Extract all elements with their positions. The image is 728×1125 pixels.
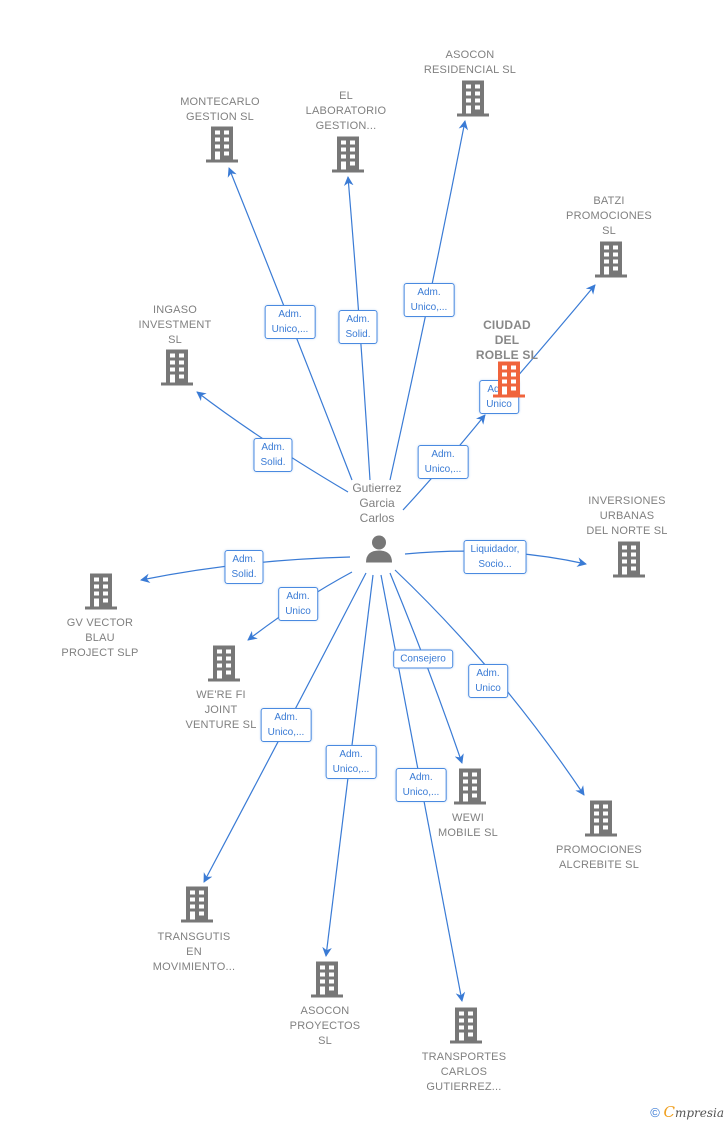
- company-node-inversiones-urbanas[interactable]: [613, 542, 645, 583]
- building-icon: [208, 646, 240, 682]
- company-name-laboratorio[interactable]: EL LABORATORIO GESTION...: [306, 89, 387, 134]
- building-icon: [493, 362, 525, 398]
- company-node-asocon-residencial[interactable]: [457, 81, 489, 122]
- company-node-ciudad-roble[interactable]: [493, 362, 525, 403]
- building-icon: [595, 242, 627, 278]
- company-node-wewi[interactable]: [454, 769, 486, 810]
- brand-initial: C: [663, 1103, 675, 1121]
- copyright-icon: ©: [650, 1105, 660, 1120]
- building-icon: [457, 81, 489, 117]
- building-icon: [85, 574, 117, 610]
- person-icon: [366, 535, 392, 563]
- company-node-gv-vector[interactable]: [85, 574, 117, 615]
- company-node-transportes-carlos[interactable]: [450, 1008, 482, 1049]
- building-icon: [161, 350, 193, 386]
- company-node-were-fi[interactable]: [208, 646, 240, 687]
- building-icon: [454, 769, 486, 805]
- role-label-alcrebite[interactable]: Adm. Unico: [468, 664, 508, 698]
- company-node-transgutis[interactable]: [181, 887, 213, 928]
- company-name-alcrebite[interactable]: PROMOCIONES ALCREBITE SL: [556, 843, 642, 873]
- role-label-gv-vector[interactable]: Adm. Solid.: [224, 550, 264, 584]
- company-node-asocon-proyectos[interactable]: [311, 962, 343, 1003]
- center-person[interactable]: [364, 534, 394, 569]
- company-name-transgutis[interactable]: TRANSGUTIS EN MOVIMIENTO...: [153, 930, 235, 975]
- company-node-laboratorio[interactable]: [332, 137, 364, 178]
- role-label-wewi[interactable]: Consejero: [393, 649, 453, 669]
- role-label-asocon-proyectos[interactable]: Adm. Unico,...: [325, 745, 377, 779]
- company-name-gv-vector[interactable]: GV VECTOR BLAU PROJECT SLP: [61, 616, 138, 661]
- building-icon: [206, 127, 238, 163]
- brand-logo[interactable]: Cmpresia: [663, 1103, 724, 1121]
- building-icon: [311, 962, 343, 998]
- company-name-batzi[interactable]: BATZI PROMOCIONES SL: [566, 194, 652, 239]
- company-name-asocon-residencial[interactable]: ASOCON RESIDENCIAL SL: [424, 48, 516, 78]
- role-label-inversiones-urbanas[interactable]: Liquidador, Socio...: [463, 540, 527, 574]
- company-name-transportes-carlos[interactable]: TRANSPORTES CARLOS GUTIERREZ...: [422, 1050, 507, 1095]
- building-icon: [332, 137, 364, 173]
- building-icon: [450, 1008, 482, 1044]
- role-label-ciudad-roble[interactable]: Adm. Unico,...: [417, 445, 469, 479]
- footer-brand: © Cmpresia: [650, 1103, 724, 1121]
- company-name-ingaso[interactable]: INGASO INVESTMENT SL: [139, 303, 212, 348]
- company-name-ciudad-roble[interactable]: CIUDAD DEL ROBLE SL: [476, 318, 538, 363]
- company-node-montecarlo[interactable]: [206, 127, 238, 168]
- role-label-transgutis[interactable]: Adm. Unico,...: [260, 708, 312, 742]
- building-icon: [181, 887, 213, 923]
- center-person-name[interactable]: Gutierrez Garcia Carlos: [352, 481, 401, 526]
- role-label-laboratorio[interactable]: Adm. Solid.: [338, 310, 378, 344]
- role-label-montecarlo[interactable]: Adm. Unico,...: [264, 305, 316, 339]
- company-name-montecarlo[interactable]: MONTECARLO GESTION SL: [180, 95, 260, 125]
- role-label-were-fi[interactable]: Adm. Unico: [278, 587, 318, 621]
- building-icon: [613, 542, 645, 578]
- building-icon: [585, 801, 617, 837]
- company-name-were-fi[interactable]: WE'RE FI JOINT VENTURE SL: [185, 688, 256, 733]
- role-label-asocon-residencial[interactable]: Adm. Unico,...: [403, 283, 455, 317]
- role-label-transportes-carlos[interactable]: Adm. Unico,...: [395, 768, 447, 802]
- company-node-batzi[interactable]: [595, 242, 627, 283]
- company-node-ingaso[interactable]: [161, 350, 193, 391]
- company-name-inversiones-urbanas[interactable]: INVERSIONES URBANAS DEL NORTE SL: [586, 494, 667, 539]
- company-name-asocon-proyectos[interactable]: ASOCON PROYECTOS SL: [290, 1004, 361, 1049]
- company-node-alcrebite[interactable]: [585, 801, 617, 842]
- brand-name: mpresia: [674, 1106, 724, 1120]
- company-name-wewi[interactable]: WEWI MOBILE SL: [438, 811, 498, 841]
- role-label-ingaso[interactable]: Adm. Solid.: [253, 438, 293, 472]
